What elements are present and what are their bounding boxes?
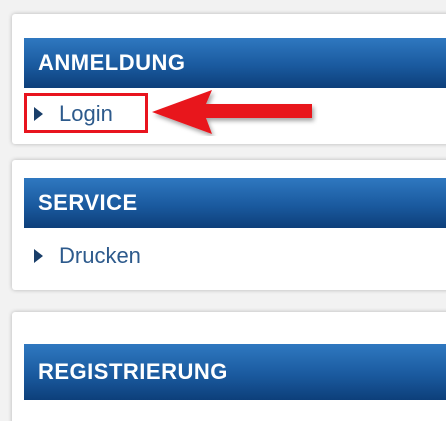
panel-registrierung: REGISTRIERUNG xyxy=(12,312,446,421)
panel-title-anmeldung: ANMELDUNG xyxy=(38,50,186,75)
panel-header-service: SERVICE xyxy=(24,178,446,228)
red-arrow-left-icon xyxy=(152,90,312,134)
panel-header-anmeldung: ANMELDUNG xyxy=(24,38,446,88)
panel-title-registrierung: REGISTRIERUNG xyxy=(38,359,228,384)
drucken-link-label: Drucken xyxy=(59,243,141,268)
panel-title-service: SERVICE xyxy=(38,190,138,215)
panel-service: SERVICE Drucken xyxy=(12,160,446,290)
login-highlight-box xyxy=(24,93,148,133)
drucken-link[interactable]: Drucken xyxy=(24,243,141,269)
sidebar-stage: ANMELDUNG Login SERVICE Drucken REGISTRI… xyxy=(0,0,446,421)
panel-body-service: Drucken xyxy=(24,228,446,284)
triangle-right-icon xyxy=(34,249,43,263)
panel-header-registrierung: REGISTRIERUNG xyxy=(24,344,446,400)
